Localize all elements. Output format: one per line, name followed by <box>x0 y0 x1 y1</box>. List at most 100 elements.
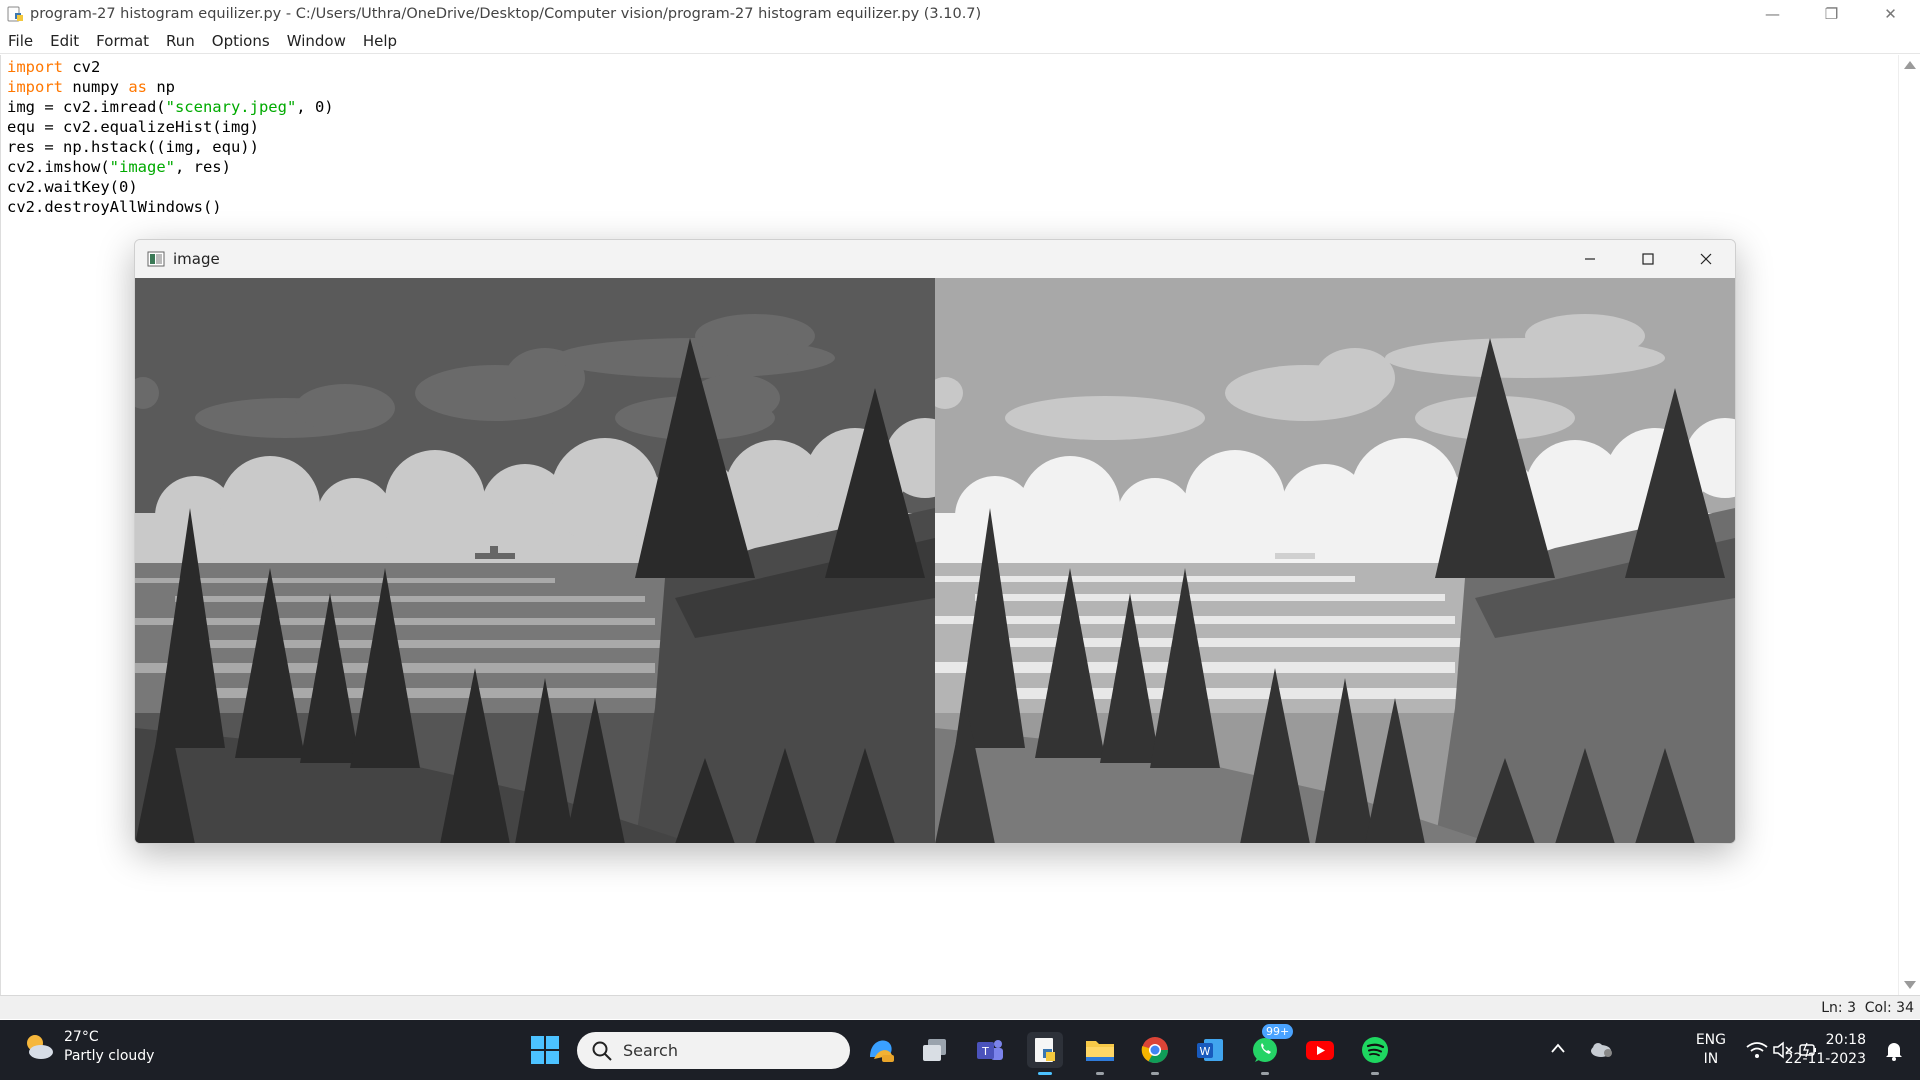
image-window-titlebar[interactable]: image <box>135 240 1735 278</box>
maximize-icon <box>1642 253 1654 265</box>
code-token: cv2.destroyAllWindows() <box>7 198 222 216</box>
code-token: cv2 <box>63 58 101 76</box>
chevron-up-icon[interactable] <box>1550 1042 1566 1054</box>
code-line[interactable]: import cv2 <box>7 57 334 77</box>
notification-badge: 99+ <box>1262 1024 1294 1039</box>
clock[interactable]: 20:18 22-11-2023 <box>1785 1031 1866 1069</box>
menu-window[interactable]: Window <box>287 32 346 50</box>
folder-icon <box>1086 1041 1114 1061</box>
search-icon <box>592 1041 612 1061</box>
chrome-icon <box>1141 1037 1169 1064</box>
menu-run[interactable]: Run <box>166 32 195 50</box>
running-indicator <box>1371 1072 1379 1075</box>
start-button[interactable] <box>527 1032 563 1068</box>
taskbar-whatsapp[interactable]: 99+ <box>1247 1024 1294 1075</box>
notification-bell-icon[interactable] <box>1884 1040 1904 1062</box>
restore-button[interactable]: ❐ <box>1802 0 1861 28</box>
python-idle-icon <box>7 6 23 22</box>
menu-file[interactable]: File <box>8 32 33 50</box>
code-token: numpy <box>63 78 129 96</box>
close-icon <box>1700 253 1712 265</box>
opencv-image-window[interactable]: image <box>134 239 1736 844</box>
partly-cloudy-icon <box>27 1035 53 1059</box>
code-keyword: import <box>7 78 63 96</box>
clock-date: 22-11-2023 <box>1784 1051 1866 1067</box>
code-line[interactable]: import numpy as np <box>7 77 334 97</box>
equalized-grayscale-image <box>935 278 1735 843</box>
teams-icon: T <box>977 1040 1003 1060</box>
scroll-down-arrow-icon[interactable] <box>1904 981 1916 989</box>
code-keyword: as <box>128 78 147 96</box>
title-bar: program-27 histogram equilizer.py - C:/U… <box>0 0 1920 28</box>
code-line[interactable]: img = cv2.imread("scenary.jpeg", 0) <box>7 97 334 117</box>
spotify-icon <box>1362 1037 1388 1063</box>
taskbar-teams[interactable]: T <box>972 1032 1008 1068</box>
language-indicator[interactable]: ENG IN <box>1696 1031 1726 1069</box>
code-token: , res) <box>174 158 231 176</box>
taskbar-youtube[interactable] <box>1302 1032 1338 1068</box>
code-token: cv2.imshow( <box>7 158 110 176</box>
code-line[interactable]: cv2.waitKey(0) <box>7 177 334 197</box>
minimize-button[interactable]: — <box>1743 0 1802 28</box>
line-indicator: Ln: 3 <box>1821 1000 1856 1016</box>
menu-help[interactable]: Help <box>363 32 397 50</box>
code-token: cv2.waitKey(0) <box>7 178 138 196</box>
taskbar-word[interactable]: W <box>1192 1032 1228 1068</box>
taskbar-spotify[interactable] <box>1357 1032 1393 1075</box>
scroll-up-arrow-icon[interactable] <box>1904 61 1916 69</box>
taskbar-file-explorer[interactable] <box>1082 1032 1118 1075</box>
code-line[interactable]: equ = cv2.equalizeHist(img) <box>7 117 334 137</box>
status-bar: Ln: 3 Col: 34 <box>0 995 1920 1019</box>
code-token: img = cv2.imread( <box>7 98 166 116</box>
menu-bar: File Edit Format Run Options Window Help <box>0 28 1920 54</box>
svg-text:W: W <box>1200 1045 1211 1058</box>
search-placeholder: Search <box>623 1041 678 1060</box>
youtube-icon <box>1306 1041 1334 1060</box>
weather-widget[interactable]: 27°C Partly cloudy <box>20 1028 154 1066</box>
whatsapp-icon <box>1253 1038 1277 1062</box>
code-line[interactable]: cv2.destroyAllWindows() <box>7 197 334 217</box>
taskbar: 27°C Partly cloudy Search T W 99+ ENG IN… <box>0 1020 1920 1080</box>
menu-edit[interactable]: Edit <box>50 32 79 50</box>
image-canvas <box>135 278 1735 843</box>
menu-options[interactable]: Options <box>212 32 270 50</box>
taskbar-chrome[interactable] <box>1137 1032 1173 1075</box>
code-token: , 0) <box>296 98 334 116</box>
task-view-icon <box>923 1039 946 1061</box>
taskbar-search[interactable]: Search <box>577 1032 850 1069</box>
system-tray: ENG IN 20:18 22-11-2023 <box>1540 1020 1920 1080</box>
code-line[interactable]: cv2.imshow("image", res) <box>7 157 334 177</box>
column-indicator: Col: 34 <box>1864 1000 1914 1016</box>
clock-time: 20:18 <box>1825 1032 1866 1048</box>
taskbar-task-view[interactable] <box>917 1032 953 1068</box>
code-string: "image" <box>109 158 175 176</box>
close-button[interactable]: ✕ <box>1861 0 1920 28</box>
image-minimize-button[interactable] <box>1561 240 1619 278</box>
code-token: res = np.hstack((img, equ)) <box>7 138 259 156</box>
taskbar-idle[interactable] <box>1027 1032 1063 1075</box>
running-indicator <box>1096 1072 1104 1075</box>
code-keyword: import <box>7 58 63 76</box>
taskbar-copilot[interactable] <box>863 1032 899 1068</box>
windows-logo-icon <box>531 1036 559 1064</box>
weather-description: Partly cloudy <box>64 1048 155 1064</box>
active-indicator <box>1038 1072 1052 1075</box>
code-token: equ = cv2.equalizeHist(img) <box>7 118 259 136</box>
code-string: "scenary.jpeg" <box>165 98 297 116</box>
wifi-icon[interactable] <box>1746 1041 1768 1059</box>
onedrive-cloud-icon[interactable] <box>1588 1038 1614 1060</box>
vertical-scrollbar[interactable] <box>1898 55 1920 995</box>
copilot-icon <box>870 1040 894 1062</box>
menu-format[interactable]: Format <box>96 32 149 50</box>
region-code: IN <box>1703 1051 1719 1067</box>
code-text[interactable]: import cv2 import numpy as np img = cv2.im… <box>7 57 334 217</box>
image-maximize-button[interactable] <box>1619 240 1677 278</box>
image-close-button[interactable] <box>1677 240 1735 278</box>
svg-text:T: T <box>981 1045 989 1058</box>
code-line[interactable]: res = np.hstack((img, equ)) <box>7 137 334 157</box>
weather-temperature: 27°C <box>64 1029 99 1045</box>
running-indicator <box>1151 1072 1159 1075</box>
image-window-icon <box>147 251 165 267</box>
window-title: program-27 histogram equilizer.py - C:/U… <box>30 6 982 22</box>
python-idle-taskbar-icon <box>1035 1038 1055 1062</box>
